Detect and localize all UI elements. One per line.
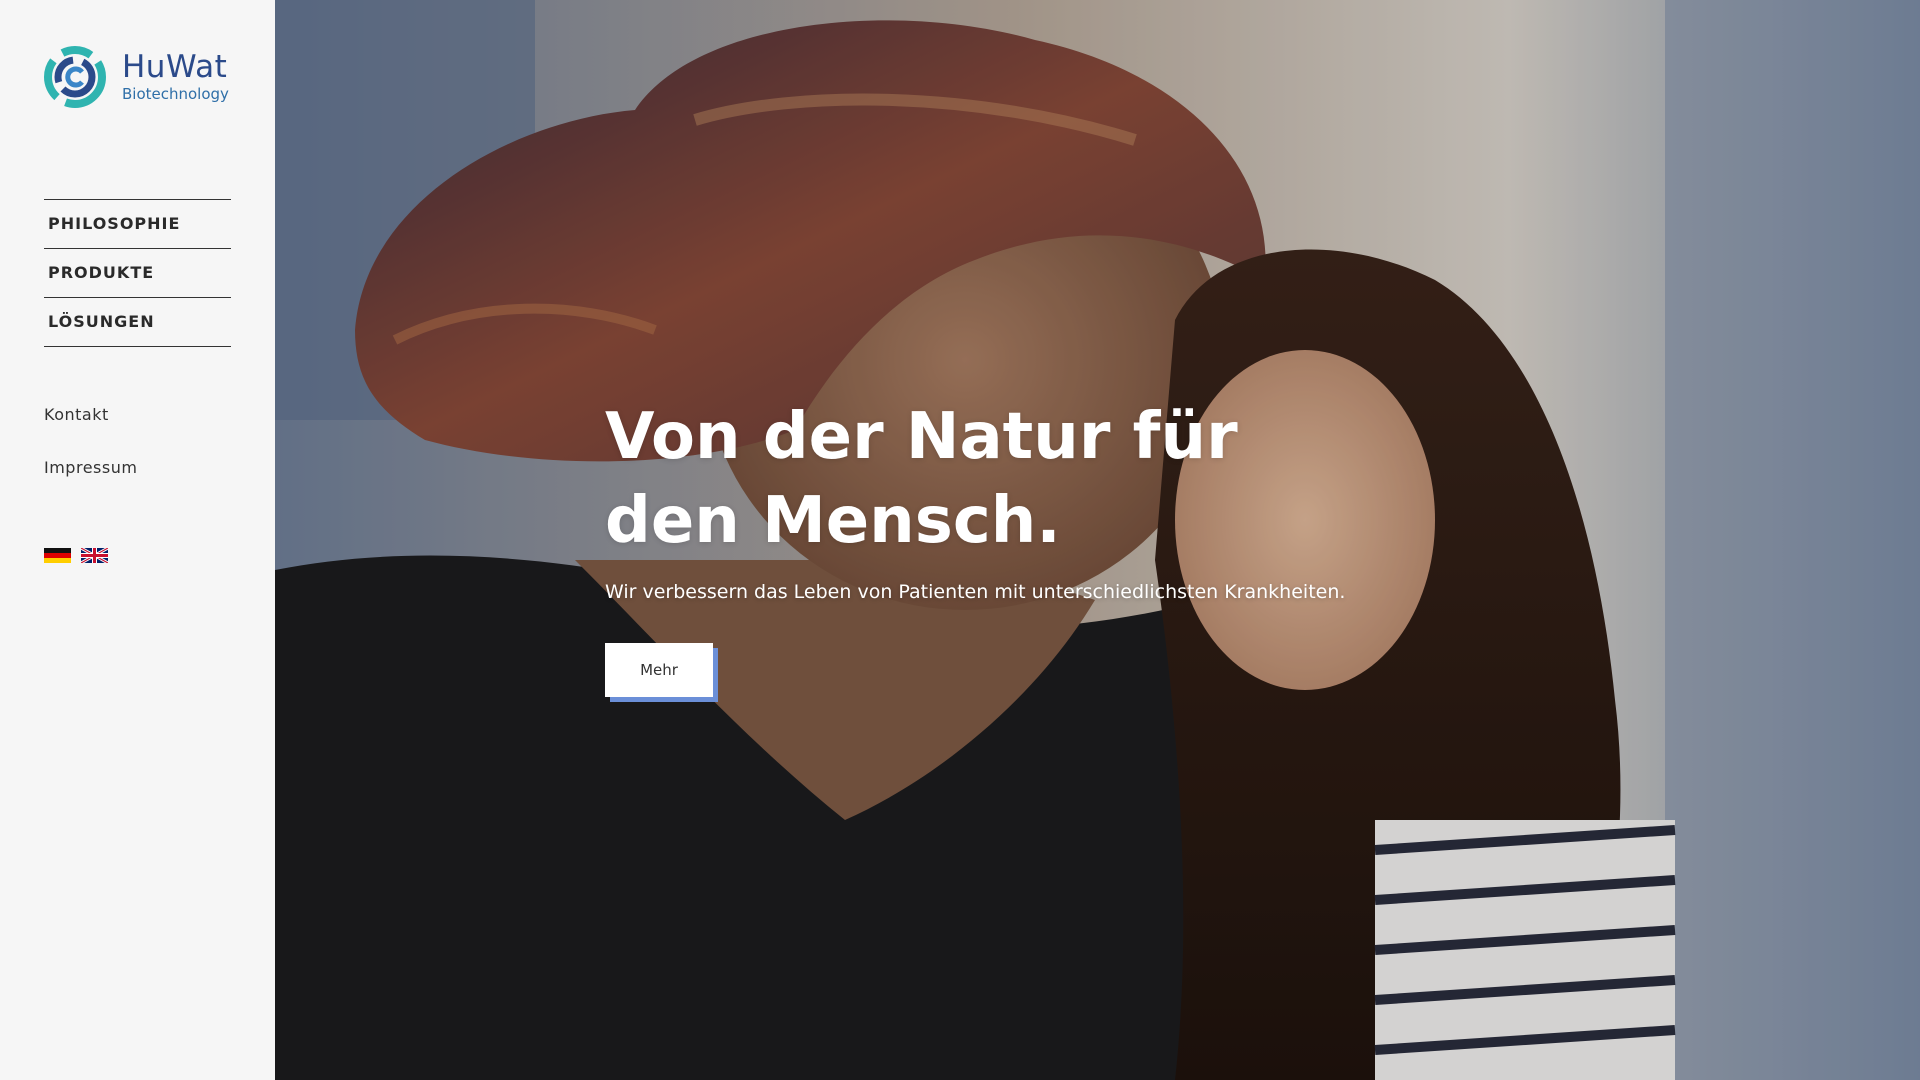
cta-wrapper: Mehr bbox=[605, 643, 718, 702]
nav-item-philosophie[interactable]: PHILOSOPHIE bbox=[44, 200, 231, 249]
nav-link-kontakt[interactable]: Kontakt bbox=[44, 404, 137, 426]
sidebar: HuWat Biotechnology PHILOSOPHIE PRODUKTE… bbox=[0, 0, 275, 1080]
mehr-button[interactable]: Mehr bbox=[605, 643, 713, 697]
hero-subtitle: Wir verbessern das Leben von Patienten m… bbox=[605, 581, 1346, 603]
nav-link-impressum[interactable]: Impressum bbox=[44, 457, 137, 479]
language-switcher bbox=[44, 548, 108, 563]
brand-name: HuWat bbox=[122, 49, 228, 85]
hero-section: Von der Natur für den Mensch. Wir verbes… bbox=[275, 0, 1920, 1080]
nav-item-loesungen[interactable]: LÖSUNGEN bbox=[44, 298, 231, 347]
german-flag-icon[interactable] bbox=[44, 548, 71, 563]
main-nav: PHILOSOPHIE PRODUKTE LÖSUNGEN bbox=[44, 199, 231, 347]
logo[interactable]: HuWat Biotechnology bbox=[42, 42, 229, 112]
hero-content: Von der Natur für den Mensch. Wir verbes… bbox=[605, 395, 1505, 702]
logo-text: HuWat Biotechnology bbox=[122, 51, 229, 103]
hero-title: Von der Natur für den Mensch. bbox=[605, 400, 1238, 558]
nav-item-produkte[interactable]: PRODUKTE bbox=[44, 249, 231, 298]
uk-flag-icon[interactable] bbox=[81, 548, 108, 563]
secondary-nav: Kontakt Impressum bbox=[44, 404, 137, 510]
logo-mark-icon bbox=[44, 46, 106, 108]
brand-tagline: Biotechnology bbox=[122, 85, 229, 103]
